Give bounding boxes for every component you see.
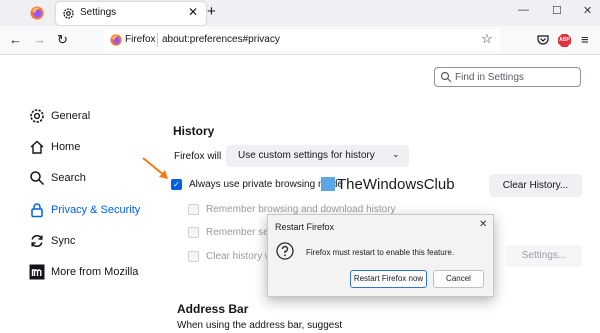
sidebar-item-label: Search: [51, 172, 86, 184]
remember-search-checkbox[interactable]: [188, 226, 199, 238]
url-text[interactable]: about:preferences#privacy: [162, 34, 280, 45]
search-input[interactable]: [455, 70, 575, 84]
history-heading: History: [173, 124, 215, 138]
checkbox-label: Always use private browsing mode: [189, 178, 343, 190]
new-tab-button[interactable]: +: [207, 3, 216, 20]
watermark-text: TheWindowsClub: [337, 176, 455, 193]
url-separator: [157, 33, 158, 47]
restart-dialog: Restart Firefox ✕ Firefox must restart t…: [267, 214, 494, 297]
sidebar-item-label: General: [51, 110, 91, 122]
search-icon: [30, 171, 45, 186]
address-bar-heading: Address Bar: [177, 302, 249, 316]
private-browsing-checkbox[interactable]: ✓: [171, 178, 182, 190]
lock-icon: [31, 203, 43, 218]
checkbox-label: Remember browsing and download history: [206, 203, 396, 215]
navigation-toolbar: ← → ↻ Firefox about:preferences#privacy …: [0, 26, 600, 55]
history-mode-select[interactable]: Use custom settings for history ⌄: [226, 145, 409, 167]
sidebar-item-more-from-mozilla[interactable]: More from Mozilla: [29, 263, 138, 281]
sidebar-item-home[interactable]: Home: [29, 138, 80, 156]
history-mode-label: Firefox will: [174, 151, 222, 162]
bookmark-star-icon[interactable]: ☆: [481, 31, 493, 47]
pocket-icon[interactable]: [537, 34, 549, 46]
restart-now-button[interactable]: Restart Firefox now: [350, 270, 427, 288]
tab-close-icon[interactable]: ✕: [188, 5, 198, 19]
url-bar[interactable]: Firefox about:preferences#privacy ☆: [104, 29, 500, 51]
clear-history-checkbox[interactable]: [188, 250, 199, 262]
sidebar-item-privacy-security[interactable]: Privacy & Security: [29, 201, 140, 219]
tab-title: Settings: [80, 7, 117, 18]
gear-icon: [63, 8, 74, 19]
watermark-logo-icon: [321, 177, 335, 191]
sidebar-item-label: Home: [51, 141, 81, 153]
orange-arrow-annotation: [142, 157, 168, 179]
sidebar-item-general[interactable]: General: [29, 107, 90, 125]
question-icon: [276, 242, 294, 260]
reload-button[interactable]: ↻: [57, 32, 68, 48]
clear-history-checkbox-row[interactable]: Clear history wh: [188, 249, 278, 263]
sidebar-item-label: Sync: [51, 235, 76, 247]
search-icon: [440, 71, 452, 83]
tab-bar: Settings ✕ + — ☐ ✕: [0, 0, 600, 26]
remember-history-checkbox[interactable]: [188, 203, 199, 215]
clear-history-button[interactable]: Clear History...: [489, 174, 582, 197]
gear-icon: [30, 109, 44, 123]
forward-button[interactable]: →: [33, 32, 46, 47]
cancel-button[interactable]: Cancel: [433, 270, 484, 288]
tab-settings[interactable]: Settings ✕: [56, 2, 206, 25]
dialog-message: Firefox must restart to enable this feat…: [306, 248, 455, 257]
private-browsing-checkbox-row[interactable]: ✓ Always use private browsing mode: [171, 177, 343, 191]
adblock-plus-icon[interactable]: ABP: [558, 34, 571, 47]
app-menu-button[interactable]: ≡: [581, 32, 589, 47]
sync-icon: [31, 235, 43, 247]
address-bar-subtitle: When using the address bar, suggest: [177, 320, 343, 331]
history-settings-button[interactable]: Settings...: [506, 245, 582, 267]
find-in-settings[interactable]: [434, 67, 581, 87]
chevron-down-icon: ⌄: [392, 149, 400, 159]
close-window-button[interactable]: ✕: [583, 4, 592, 17]
remember-search-checkbox-row[interactable]: Remember sea: [188, 225, 274, 239]
sidebar-item-search[interactable]: Search: [29, 169, 86, 187]
mozilla-icon: [29, 264, 45, 280]
checkbox-label: Remember sea: [206, 226, 275, 238]
sidebar-item-label: More from Mozilla: [51, 266, 139, 278]
firefox-identity-icon: [110, 34, 122, 46]
identity-label: Firefox: [125, 34, 156, 45]
home-icon: [30, 140, 44, 154]
dialog-close-icon[interactable]: ✕: [479, 219, 487, 230]
sidebar-item-sync[interactable]: Sync: [29, 232, 75, 250]
history-mode-value: Use custom settings for history: [238, 150, 375, 161]
back-button[interactable]: ←: [9, 32, 22, 47]
minimize-button[interactable]: —: [518, 4, 529, 16]
maximize-button[interactable]: ☐: [552, 4, 562, 17]
dialog-title: Restart Firefox: [275, 222, 335, 232]
watermark: TheWindowsClub: [321, 176, 455, 193]
firefox-icon[interactable]: [30, 6, 44, 20]
sidebar-item-label: Privacy & Security: [51, 204, 141, 216]
